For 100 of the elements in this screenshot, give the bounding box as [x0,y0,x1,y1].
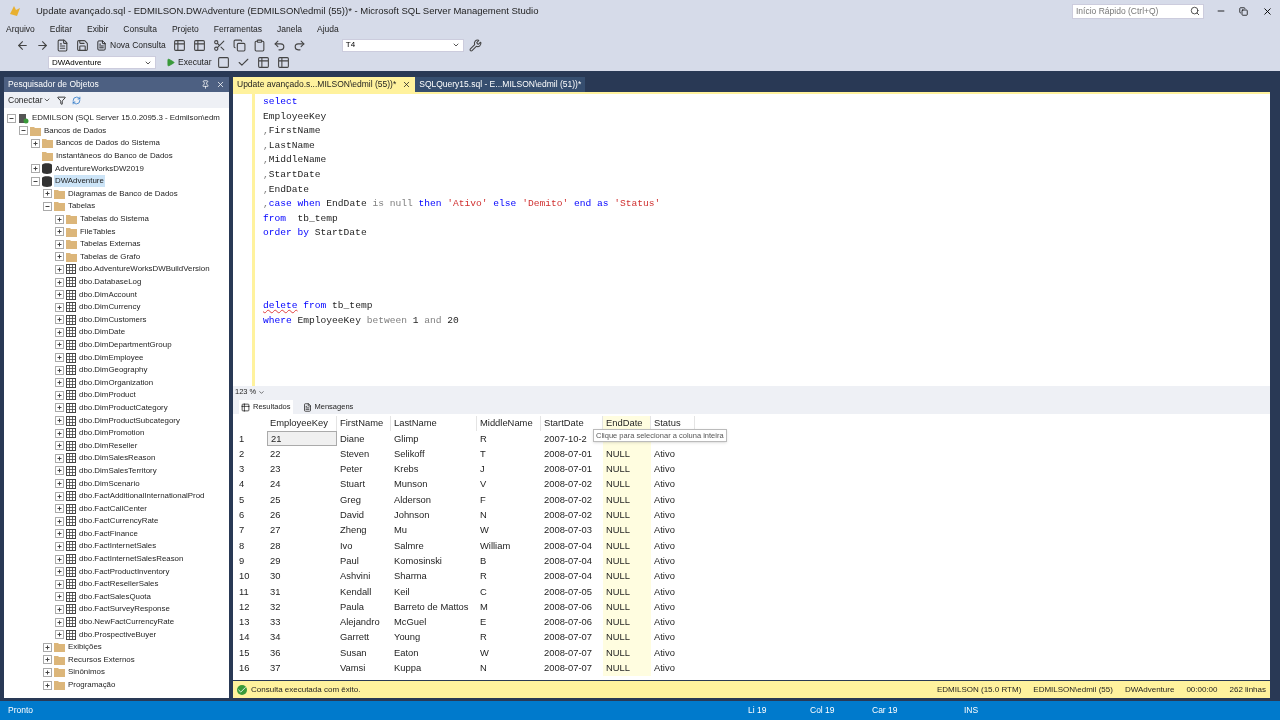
expand-toggle[interactable] [55,554,64,564]
expand-toggle[interactable] [55,491,64,501]
expand-toggle[interactable] [55,252,64,262]
expand-toggle[interactable] [43,189,52,199]
expand-toggle[interactable] [55,617,64,627]
expand-toggle[interactable] [55,516,64,526]
expand-toggle[interactable] [55,479,64,488]
table-cell-text: Garrett [339,630,371,645]
quick-launch-field[interactable]: Início Rápido (Ctrl+Q) [1072,3,1204,19]
undo-icon[interactable] [273,38,287,52]
row-count: 262 linhas [1229,683,1266,696]
table-cell-text: F [479,492,487,507]
expand-toggle[interactable] [55,365,64,375]
expand-toggle[interactable] [55,227,64,237]
expand-toggle[interactable] [55,390,64,400]
table-icon [66,478,76,489]
expand-toggle[interactable] [55,239,64,249]
expand-toggle[interactable] [55,453,64,463]
restore-icon[interactable] [1238,6,1248,16]
close-icon[interactable] [402,80,412,89]
expand-toggle[interactable] [55,315,64,325]
menu-item[interactable]: Editar [49,22,73,36]
menu-item[interactable]: Arquivo [6,22,35,36]
expand-toggle[interactable] [55,290,64,300]
expand-toggle[interactable] [31,164,40,174]
redo-icon[interactable] [293,38,307,52]
expand-toggle[interactable] [55,567,64,577]
column-header[interactable]: FirstName [337,416,391,431]
expand-toggle[interactable] [43,642,52,652]
expand-toggle[interactable] [43,680,52,690]
expand-toggle[interactable] [55,327,64,337]
filter-icon[interactable] [56,95,66,105]
configuration-dropdown[interactable]: T4 [341,38,464,52]
expand-toggle[interactable] [55,542,64,551]
new-file-icon[interactable] [55,38,69,52]
menu-item[interactable]: Janela [277,22,303,36]
expand-toggle[interactable] [55,353,64,363]
collapse-toggle[interactable] [43,201,52,211]
column-header[interactable]: MiddleName [477,416,541,431]
expand-toggle[interactable] [55,529,64,539]
grid-icon[interactable] [257,56,271,69]
expand-toggle[interactable] [55,340,64,350]
copy-icon[interactable] [233,38,247,52]
expand-toggle[interactable] [43,667,52,677]
stop-icon[interactable] [217,56,231,69]
expand-toggle[interactable] [55,214,64,224]
grid-icon[interactable] [277,56,291,69]
menu-item[interactable]: Exibir [87,22,109,36]
refresh-icon[interactable] [71,95,81,105]
table-icon [66,579,76,590]
expand-toggle[interactable] [55,604,64,614]
expand-toggle[interactable] [55,428,64,438]
collapse-toggle[interactable] [7,113,16,123]
expand-toggle[interactable] [55,630,64,640]
expand-toggle[interactable] [55,416,64,426]
menu-item[interactable]: Ferramentas [213,22,262,36]
expand-toggle[interactable] [55,378,64,388]
row-number: 6 [238,508,246,523]
expand-toggle[interactable] [55,277,64,287]
table-cell-text: C [479,584,488,599]
menu-item[interactable]: Consulta [123,22,157,36]
pin-icon[interactable] [201,80,210,89]
wrench-icon[interactable] [469,38,483,52]
code-line: ,EndDate [263,182,310,197]
paste-icon[interactable] [253,38,267,52]
collapse-toggle[interactable] [19,126,28,136]
expand-toggle[interactable] [55,579,64,589]
expand-toggle[interactable] [55,466,64,476]
expand-toggle[interactable] [55,302,64,312]
table-icon[interactable] [173,38,187,52]
editor-tab[interactable]: Update avançado.s...MILSON\edmil (55))* [233,77,416,92]
server-icon [18,112,29,124]
column-header[interactable]: LastName [391,416,477,431]
close-icon[interactable] [1261,5,1273,17]
cut-icon[interactable] [213,38,227,52]
expand-toggle[interactable] [43,655,52,665]
menu-item[interactable]: Projeto [171,22,199,36]
database-dropdown[interactable]: DWAdventure [48,56,156,69]
back-icon[interactable] [15,38,29,52]
expand-toggle[interactable] [31,139,40,148]
table-icon[interactable] [193,38,207,52]
editor-tab[interactable]: SQLQuery15.sql - E...MILSON\edmil (51))* [415,77,586,92]
check-icon[interactable] [237,56,251,69]
collapse-toggle[interactable] [31,176,40,186]
expand-toggle[interactable] [55,592,64,602]
expand-toggle[interactable] [55,264,64,274]
table-icon [66,428,76,439]
menu-item[interactable]: Ajuda [317,22,339,36]
save-icon[interactable] [75,38,89,52]
connect-button[interactable]: Conectar [8,93,51,107]
table-icon [66,465,76,476]
expand-toggle[interactable] [55,403,64,413]
forward-icon[interactable] [35,38,49,52]
table-cell-text: W [479,523,490,538]
expand-toggle[interactable] [55,504,64,514]
new-query-button[interactable]: Nova Consulta [94,38,168,52]
expand-toggle[interactable] [55,441,64,451]
table-cell-text: E [479,615,488,630]
execute-button[interactable]: Executar [166,56,212,69]
table-cell: NULL [603,660,651,676]
